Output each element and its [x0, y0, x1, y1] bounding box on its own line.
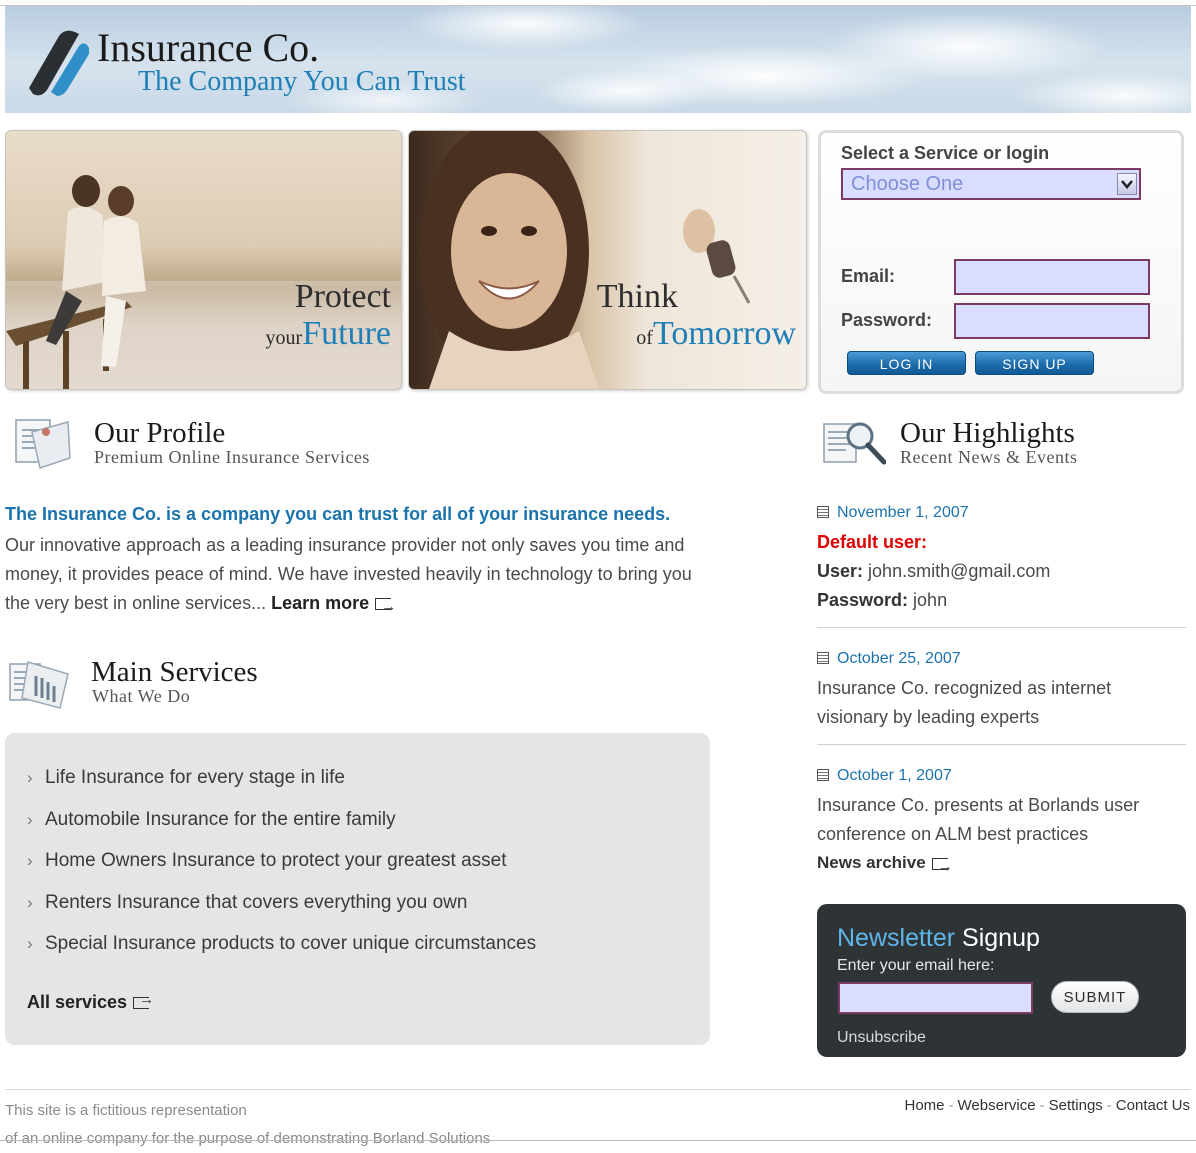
service-item-home-owners[interactable]: Home Owners Insurance to protect your gr… — [27, 846, 536, 888]
footer-nav: Home - Webservice - Settings - Contact Us — [904, 1097, 1190, 1114]
highlights-magnifier-icon — [823, 422, 886, 465]
banner-1-word-1: Protect — [294, 278, 391, 315]
arrow-link-icon — [133, 991, 154, 1010]
email-label: Email: — [841, 266, 896, 286]
news-divider — [817, 744, 1186, 745]
services-subtitle: What We Do — [92, 686, 191, 706]
news-item-3: Insurance Co. presents at Borlands user … — [817, 795, 1140, 844]
company-logo-icon — [29, 30, 89, 96]
bottom-border — [0, 1140, 1196, 1141]
news-1-heading: Default user: — [817, 532, 928, 552]
newsletter-email-field[interactable] — [838, 982, 1033, 1014]
unsubscribe-link[interactable]: Unsubscribe — [837, 1029, 926, 1047]
services-list: Life Insurance for every stage in life A… — [27, 763, 536, 971]
service-item-renters[interactable]: Renters Insurance that covers everything… — [27, 888, 536, 930]
news-1-password-label: Password: — [817, 590, 909, 610]
site-title[interactable]: Insurance Co. — [97, 26, 319, 70]
footer-disclaimer: This site is a fictitious representation… — [5, 1097, 490, 1153]
all-services-link[interactable]: All services — [27, 991, 154, 1013]
learn-more-link[interactable]: Learn more — [271, 592, 396, 621]
news-date-1-text: November 1, 2007 — [837, 504, 969, 521]
news-archive-link[interactable]: News archive — [817, 848, 1187, 881]
login-panel: Select a Service or login Choose One Ema… — [818, 130, 1184, 394]
newsletter-title-b: Signup — [962, 924, 1040, 952]
footer-line-2: of an online company for the purpose of … — [5, 1130, 491, 1147]
profile-body: Our innovative approach as a leading ins… — [5, 531, 720, 621]
newsletter-submit-button[interactable]: SUBMIT — [1051, 981, 1139, 1013]
site-header: Insurance Co. The Company You Can Trust — [5, 6, 1191, 113]
news-date-2-text: October 25, 2007 — [837, 650, 961, 667]
password-field[interactable] — [954, 303, 1150, 339]
footer-divider — [5, 1089, 1191, 1090]
password-label: Password: — [841, 310, 933, 330]
banner-1-tagline: Protect yourFuture — [266, 279, 391, 353]
news-date-3-text: October 1, 2007 — [837, 767, 952, 784]
news-1-user-label: User: — [817, 561, 864, 581]
service-item-life[interactable]: Life Insurance for every stage in life — [27, 763, 536, 805]
news-date-3[interactable]: October 1, 2007 — [817, 767, 952, 785]
learn-more-label: Learn more — [271, 593, 370, 613]
chevron-down-icon[interactable] — [1117, 173, 1137, 195]
footer-separator: - — [1039, 1097, 1045, 1114]
news-archive-label: News archive — [817, 853, 926, 872]
footer-link-settings[interactable]: Settings — [1049, 1097, 1103, 1114]
login-button[interactable]: LOG IN — [847, 351, 966, 375]
calendar-icon — [817, 506, 829, 518]
news-1-password-value: john — [913, 590, 948, 610]
newsletter-panel: Newsletter Signup Enter your email here:… — [817, 904, 1186, 1057]
banner-2-word-2: Tomorrow — [652, 315, 796, 352]
news-1-user-value: john.smith@gmail.com — [868, 561, 1051, 581]
footer-link-webservice[interactable]: Webservice — [958, 1097, 1036, 1114]
news-date-1[interactable]: November 1, 2007 — [817, 504, 969, 522]
news-date-2[interactable]: October 25, 2007 — [817, 650, 961, 668]
service-item-automobile[interactable]: Automobile Insurance for the entire fami… — [27, 805, 536, 847]
login-title: Select a Service or login — [841, 143, 1050, 163]
news-item-2: Insurance Co. recognized as internet vis… — [817, 678, 1112, 727]
arrow-link-icon — [375, 592, 396, 621]
all-services-label: All services — [27, 992, 128, 1012]
news-item-1: Default user: User: john.smith@gmail.com… — [817, 528, 1187, 615]
banner-think-tomorrow: Think ofTomorrow — [408, 130, 807, 390]
news-divider — [817, 627, 1186, 628]
footer-line-1: This site is a fictitious representation — [5, 1102, 247, 1119]
arrow-link-icon — [931, 852, 953, 881]
footer-link-home[interactable]: Home — [904, 1097, 944, 1114]
services-title: Main Services — [91, 656, 258, 688]
newsletter-title: Newsletter Signup — [837, 924, 1040, 953]
highlights-title: Our Highlights — [900, 417, 1075, 449]
services-box: Life Insurance for every stage in life A… — [5, 733, 710, 1045]
site-tagline: The Company You Can Trust — [138, 66, 466, 97]
footer-separator: - — [1106, 1097, 1112, 1114]
profile-lead: The Insurance Co. is a company you can t… — [5, 504, 671, 524]
banner-2-small-word: of — [636, 327, 653, 349]
signup-button[interactable]: SIGN UP — [975, 351, 1094, 375]
calendar-icon — [817, 652, 829, 664]
banner-2-word-1: Think — [596, 278, 678, 315]
service-select-value: Choose One — [851, 173, 964, 195]
newsletter-title-a: Newsletter — [837, 924, 956, 952]
banner-1-word-2: Future — [302, 315, 391, 352]
profile-subtitle: Premium Online Insurance Services — [94, 447, 370, 467]
service-select[interactable]: Choose One — [841, 168, 1141, 200]
footer-link-contact[interactable]: Contact Us — [1116, 1097, 1190, 1114]
highlights-subtitle: Recent News & Events — [900, 447, 1078, 467]
profile-document-icon — [15, 419, 71, 469]
banner-1-small-word: your — [265, 327, 303, 349]
services-chart-icon — [9, 661, 69, 709]
banner-protect-future: Protect yourFuture — [5, 130, 402, 390]
newsletter-prompt: Enter your email here: — [837, 957, 995, 974]
banner-2-tagline: Think ofTomorrow — [597, 279, 796, 353]
footer-separator: - — [948, 1097, 954, 1114]
email-field[interactable] — [954, 259, 1150, 295]
calendar-icon — [817, 769, 829, 781]
service-item-special[interactable]: Special Insurance products to cover uniq… — [27, 929, 536, 971]
profile-title: Our Profile — [94, 417, 226, 449]
